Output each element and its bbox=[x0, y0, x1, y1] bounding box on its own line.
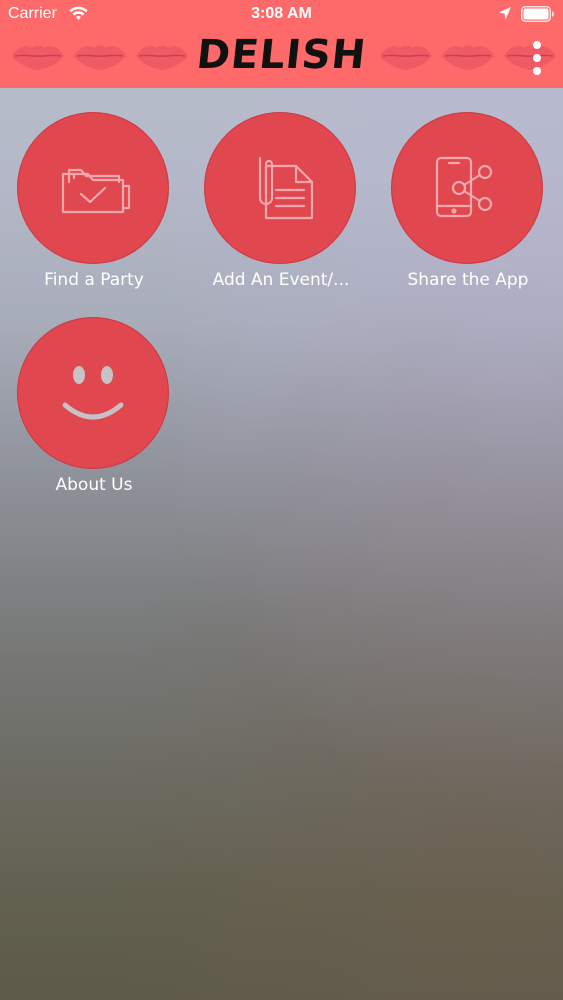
smiley-face-icon bbox=[62, 366, 124, 420]
tile-label: Add An Event/... bbox=[212, 270, 350, 290]
status-time: 3:08 AM bbox=[251, 5, 312, 22]
folder-check-icon bbox=[61, 168, 131, 214]
app-title: DELISH bbox=[194, 32, 369, 78]
tile-share-the-app[interactable]: Share the App bbox=[378, 112, 558, 298]
header-bar: DELISH bbox=[0, 28, 563, 88]
tile-about-us[interactable]: About Us bbox=[4, 317, 184, 503]
location-arrow-icon bbox=[499, 7, 511, 20]
tile-circle[interactable] bbox=[391, 112, 543, 264]
phone-share-icon bbox=[435, 156, 493, 218]
tile-find-a-party[interactable]: Find a Party bbox=[4, 112, 184, 298]
tile-label: About Us bbox=[55, 475, 133, 495]
battery-icon bbox=[521, 6, 554, 22]
tile-label: Find a Party bbox=[44, 270, 144, 290]
tile-circle[interactable] bbox=[17, 317, 169, 469]
tile-add-an-event[interactable]: Add An Event/... bbox=[191, 112, 371, 298]
more-vertical-icon[interactable] bbox=[524, 38, 550, 78]
document-paperclip-icon bbox=[258, 156, 314, 220]
tile-label: Share the App bbox=[407, 270, 529, 290]
tile-circle[interactable] bbox=[17, 112, 169, 264]
status-bar: Carrier 3:08 AM bbox=[0, 0, 563, 28]
tile-circle[interactable] bbox=[204, 112, 356, 264]
